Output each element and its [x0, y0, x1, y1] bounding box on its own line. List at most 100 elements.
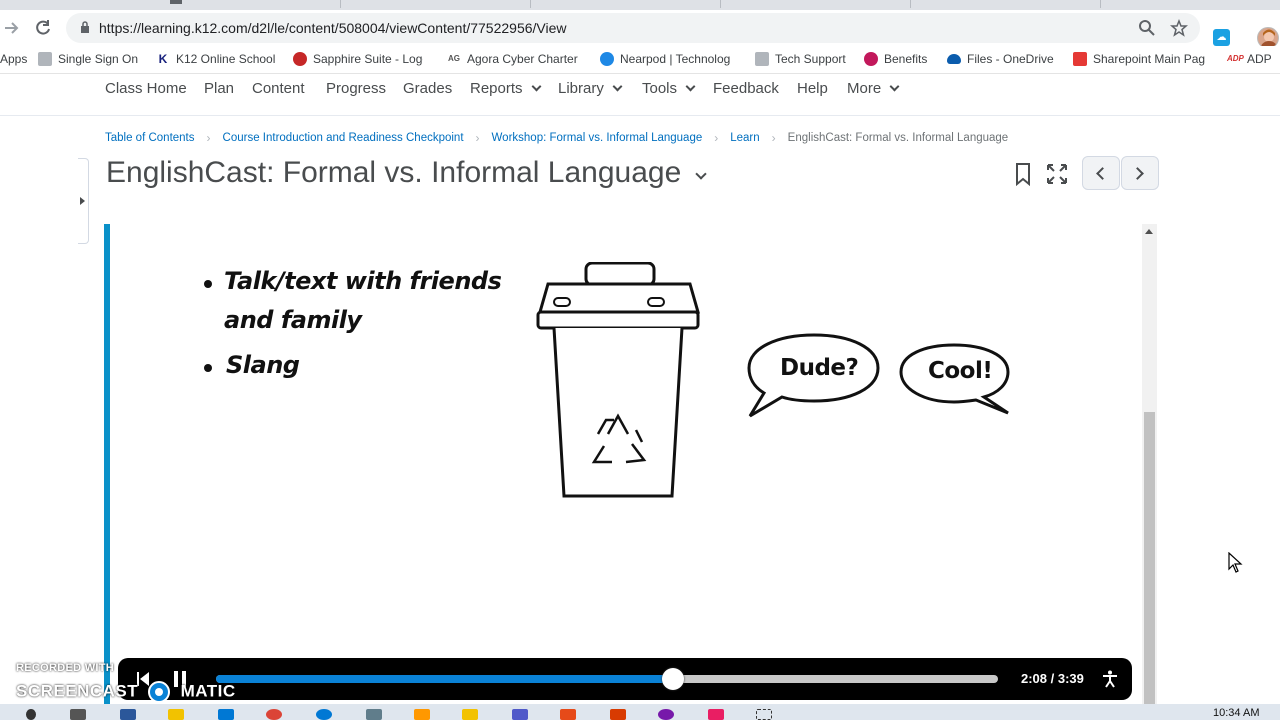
sticky-notes-icon[interactable]: [462, 709, 478, 720]
bookmark-sharepoint[interactable]: Sharepoint Main Pag: [1073, 52, 1205, 66]
nav-library[interactable]: Library: [558, 80, 623, 97]
watermark-bottom: SCREENCAST: [16, 681, 139, 701]
forward-icon[interactable]: [2, 18, 22, 38]
sidebar-toggle[interactable]: [78, 158, 89, 244]
breadcrumb-learn[interactable]: Learn: [730, 132, 759, 144]
reload-icon[interactable]: [33, 18, 53, 38]
bookmark-apps[interactable]: Apps: [0, 52, 27, 66]
browser-tab[interactable]: [720, 0, 910, 8]
nav-label: Feedback: [713, 80, 779, 97]
edge-icon[interactable]: [316, 709, 332, 720]
nav-more[interactable]: More: [847, 80, 900, 97]
scroll-up-icon[interactable]: [1145, 229, 1153, 234]
browser-toolbar: https://learning.k12.com/d2l/le/content/…: [0, 10, 1280, 49]
bookmark-label: K12 Online School: [176, 52, 276, 66]
bookmark-sapphire-suite[interactable]: Sapphire Suite - Logo: [293, 52, 423, 66]
browser-tab[interactable]: [340, 0, 530, 8]
bookmark-label: Single Sign On: [58, 52, 139, 66]
chevron-right-icon: [1131, 167, 1144, 180]
adp-icon: ADP: [1227, 52, 1244, 66]
url-text: https://learning.k12.com/d2l/le/content/…: [99, 20, 567, 36]
browser-tab[interactable]: [530, 0, 720, 8]
browser-tab[interactable]: [910, 0, 1100, 8]
breadcrumb-separator-icon: ›: [475, 131, 480, 145]
word-icon[interactable]: [120, 709, 136, 720]
search-icon[interactable]: [1138, 19, 1156, 37]
chevron-down-icon: [889, 81, 900, 92]
task-view-icon[interactable]: [70, 709, 86, 720]
nav-label: Tools: [642, 80, 678, 97]
breadcrumb-separator-icon: ›: [714, 131, 719, 145]
teams-icon[interactable]: [512, 709, 528, 720]
nav-label: Library: [558, 80, 604, 97]
breadcrumb: Table of Contents › Course Introduction …: [105, 131, 1008, 145]
slide-bullet-text: Talk/text with friends: [224, 267, 502, 295]
bookmarks-bar: Apps Single Sign On K K12 Online School S…: [0, 46, 1280, 74]
video-time: 2:08 / 3:39: [1021, 671, 1084, 686]
speech-bubble-text: Dude?: [780, 355, 859, 381]
bookmark-label: ADP: [1247, 52, 1272, 66]
bookmark-nearpod[interactable]: Nearpod | Technolog: [600, 52, 730, 66]
previous-topic-button[interactable]: [1082, 156, 1120, 190]
search-icon[interactable]: [26, 709, 36, 720]
bookmark-agora-cyber-charter[interactable]: AG Agora Cyber Charter: [447, 52, 578, 66]
bookmark-icon[interactable]: [1012, 162, 1036, 187]
recycle-bin-icon: [536, 262, 700, 498]
nav-grades[interactable]: Grades: [403, 80, 452, 97]
browser-tab[interactable]: [1100, 0, 1280, 8]
nav-reports[interactable]: Reports: [470, 80, 541, 97]
nav-help[interactable]: Help: [797, 80, 828, 97]
bullet-icon: [204, 364, 212, 372]
bookmark-tech-support[interactable]: Tech Support: [755, 52, 846, 66]
extension-icon[interactable]: ☁: [1213, 29, 1230, 46]
onenote-icon[interactable]: [658, 709, 674, 720]
bookmark-adp[interactable]: ADP ADP: [1227, 52, 1272, 66]
office-icon: [1073, 52, 1087, 66]
nav-label: Grades: [403, 80, 453, 97]
mouse-cursor-icon: [1228, 552, 1243, 573]
settings-icon[interactable]: [366, 709, 382, 720]
bookmark-onedrive[interactable]: Files - OneDrive: [947, 52, 1054, 66]
nav-progress[interactable]: Progress: [326, 80, 386, 97]
nav-feedback[interactable]: Feedback: [713, 80, 779, 97]
nav-plan[interactable]: Plan: [204, 80, 234, 97]
page-title-dropdown[interactable]: EnglishCast: Formal vs. Informal Languag…: [106, 156, 707, 190]
sapphire-icon: [293, 52, 307, 66]
watermark-suffix: MATIC: [180, 681, 236, 701]
nav-content[interactable]: Content: [252, 80, 305, 97]
nav-label: Content: [252, 80, 305, 97]
chevron-left-icon: [1096, 167, 1109, 180]
scrollbar-thumb[interactable]: [1144, 412, 1155, 704]
bookmark-benefits[interactable]: Benefits: [864, 52, 927, 66]
nav-label: Help: [797, 80, 828, 97]
app-icon[interactable]: [560, 709, 576, 720]
app-icon[interactable]: [414, 709, 430, 720]
breadcrumb-workshop[interactable]: Workshop: Formal vs. Informal Language: [492, 132, 703, 144]
breadcrumb-table-of-contents[interactable]: Table of Contents: [105, 132, 195, 144]
benefits-icon: [864, 52, 878, 66]
slide-bullet-text: and family: [224, 306, 362, 334]
bullet-icon: [204, 280, 212, 288]
next-topic-button[interactable]: [1121, 156, 1159, 190]
snipping-tool-icon[interactable]: [756, 709, 772, 720]
accessibility-icon[interactable]: [1101, 670, 1119, 688]
nav-tools[interactable]: Tools: [642, 80, 696, 97]
breadcrumb-course-introduction[interactable]: Course Introduction and Readiness Checkp…: [223, 132, 464, 144]
bookmark-label: Sapphire Suite - Logo: [313, 52, 423, 66]
chrome-icon[interactable]: [266, 709, 282, 720]
app-icon[interactable]: [708, 709, 724, 720]
fullscreen-icon[interactable]: [1045, 162, 1069, 186]
file-explorer-icon[interactable]: [168, 709, 184, 720]
powerpoint-icon[interactable]: [610, 709, 626, 720]
bookmark-label: Nearpod | Technolog: [620, 52, 731, 66]
address-bar[interactable]: https://learning.k12.com/d2l/le/content/…: [66, 13, 1200, 43]
nav-class-home[interactable]: Class Home: [105, 80, 187, 97]
bookmark-single-sign-on[interactable]: Single Sign On: [38, 52, 138, 66]
bookmark-k12-online-school[interactable]: K K12 Online School: [156, 52, 275, 66]
speech-bubble-text: Cool!: [928, 358, 993, 384]
store-icon[interactable]: [218, 709, 234, 720]
expand-icon: [80, 197, 85, 205]
nav-label: Class Home: [105, 80, 187, 97]
star-icon[interactable]: [1170, 18, 1188, 37]
bookmark-label: Benefits: [884, 52, 928, 66]
